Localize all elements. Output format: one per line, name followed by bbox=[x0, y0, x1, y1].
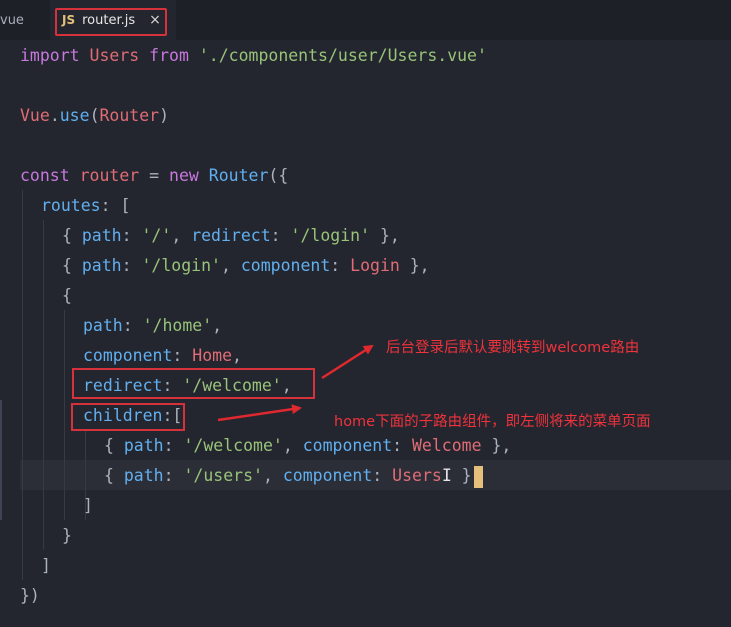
punctuation: } bbox=[451, 466, 472, 485]
keyword: import bbox=[20, 46, 80, 65]
code-line-routes: routes: [ bbox=[41, 191, 130, 221]
string-literal: '/users' bbox=[183, 466, 263, 485]
punctuation: . bbox=[49, 106, 60, 125]
indent-guide bbox=[22, 190, 23, 580]
code-line-children-close: ] bbox=[83, 491, 93, 521]
punctuation: ] bbox=[41, 556, 51, 575]
editor-tab-bar: vue JS router.js × bbox=[0, 0, 731, 40]
identifier: Users bbox=[89, 46, 140, 65]
children-annotation-text: home下面的子路由组件，即左侧将来的菜单页面 bbox=[334, 414, 651, 430]
property-key: component bbox=[240, 256, 331, 275]
redirect-annotation-text: 后台登录后默认要跳转到welcome路由 bbox=[386, 340, 640, 356]
punctuation: } bbox=[62, 526, 72, 545]
property-key: component bbox=[83, 346, 173, 365]
tab-highlight-box bbox=[55, 8, 167, 36]
punctuation: { bbox=[62, 226, 82, 245]
string-literal: '/home' bbox=[142, 316, 213, 335]
property-key: path bbox=[123, 466, 164, 485]
string-literal: './components/user/Users.vue' bbox=[198, 46, 487, 65]
punctuation: { bbox=[62, 256, 82, 275]
keyword: new bbox=[169, 166, 199, 185]
redirect-highlight-box bbox=[72, 368, 315, 399]
string-literal: '/welcome' bbox=[183, 436, 283, 455]
punctuation: { bbox=[104, 466, 114, 485]
punctuation: }, bbox=[370, 226, 400, 245]
string-literal: '/' bbox=[141, 226, 172, 245]
punctuation: { bbox=[62, 286, 72, 305]
code-line-home-component: component: Home, bbox=[83, 346, 242, 365]
punctuation: ] bbox=[83, 496, 93, 515]
code-line-import: import Users from './components/user/Use… bbox=[20, 41, 487, 71]
property-key: path bbox=[123, 436, 164, 455]
punctuation: ( bbox=[89, 106, 100, 125]
operator: = bbox=[149, 166, 160, 185]
property-key: redirect bbox=[191, 226, 271, 245]
git-change-marker bbox=[0, 400, 2, 520]
code-line-route-root: { path: '/', redirect: '/login' }, bbox=[62, 226, 400, 245]
punctuation: ({ bbox=[268, 166, 289, 185]
property-key: path bbox=[81, 226, 122, 245]
code-line-routes-close: ] bbox=[41, 551, 51, 581]
indent-guide bbox=[43, 220, 44, 550]
code-line-route-home-open: { bbox=[62, 281, 72, 311]
code-line-vue-use: Vue.use(Router) bbox=[20, 101, 169, 131]
punctuation: : [ bbox=[100, 196, 131, 215]
identifier: Login bbox=[350, 256, 400, 275]
string-literal: '/login' bbox=[141, 256, 221, 275]
property-key: routes bbox=[41, 196, 101, 215]
code-line-home-path: path: '/home', bbox=[83, 316, 223, 335]
identifier: Router bbox=[99, 106, 160, 125]
code-line-child-users: { path: '/users', component: UsersI } bbox=[104, 461, 483, 491]
method-name: use bbox=[59, 106, 90, 125]
punctuation: }, bbox=[481, 436, 512, 455]
property-key: component bbox=[282, 466, 373, 485]
code-line-child-welcome: { path: '/welcome', component: Welcome }… bbox=[104, 436, 512, 455]
code-line-const-router: const router = new Router({ bbox=[20, 161, 288, 191]
code-line-route-home-close: } bbox=[62, 521, 72, 551]
property-key: path bbox=[83, 316, 123, 335]
keyword: const bbox=[20, 166, 70, 185]
keyword: from bbox=[149, 46, 189, 65]
property-key: component bbox=[302, 436, 393, 455]
class-name: Router bbox=[208, 166, 269, 185]
identifier: router bbox=[79, 166, 140, 185]
tab-label: vue bbox=[0, 12, 24, 28]
punctuation: }, bbox=[399, 256, 430, 275]
punctuation: { bbox=[104, 436, 124, 455]
punctuation: ) bbox=[159, 106, 170, 125]
children-highlight-box bbox=[71, 403, 185, 431]
punctuation: }) bbox=[20, 586, 40, 605]
identifier: Vue bbox=[20, 106, 50, 125]
string-literal: '/login' bbox=[290, 226, 371, 245]
identifier: Users bbox=[392, 466, 442, 485]
text-caret bbox=[473, 465, 483, 488]
indent-guide bbox=[64, 310, 65, 520]
code-line-router-close: }) bbox=[20, 581, 40, 611]
code-line-route-login: { path: '/login', component: Login }, bbox=[62, 256, 430, 275]
text-cursor-ibeam-icon: I bbox=[441, 466, 452, 485]
tab-vue-file[interactable]: vue bbox=[0, 0, 50, 40]
identifier: Welcome bbox=[412, 436, 482, 455]
property-key: path bbox=[81, 256, 122, 275]
code-editor[interactable]: import Users from './components/user/Use… bbox=[0, 40, 731, 627]
identifier: Home bbox=[192, 346, 233, 365]
